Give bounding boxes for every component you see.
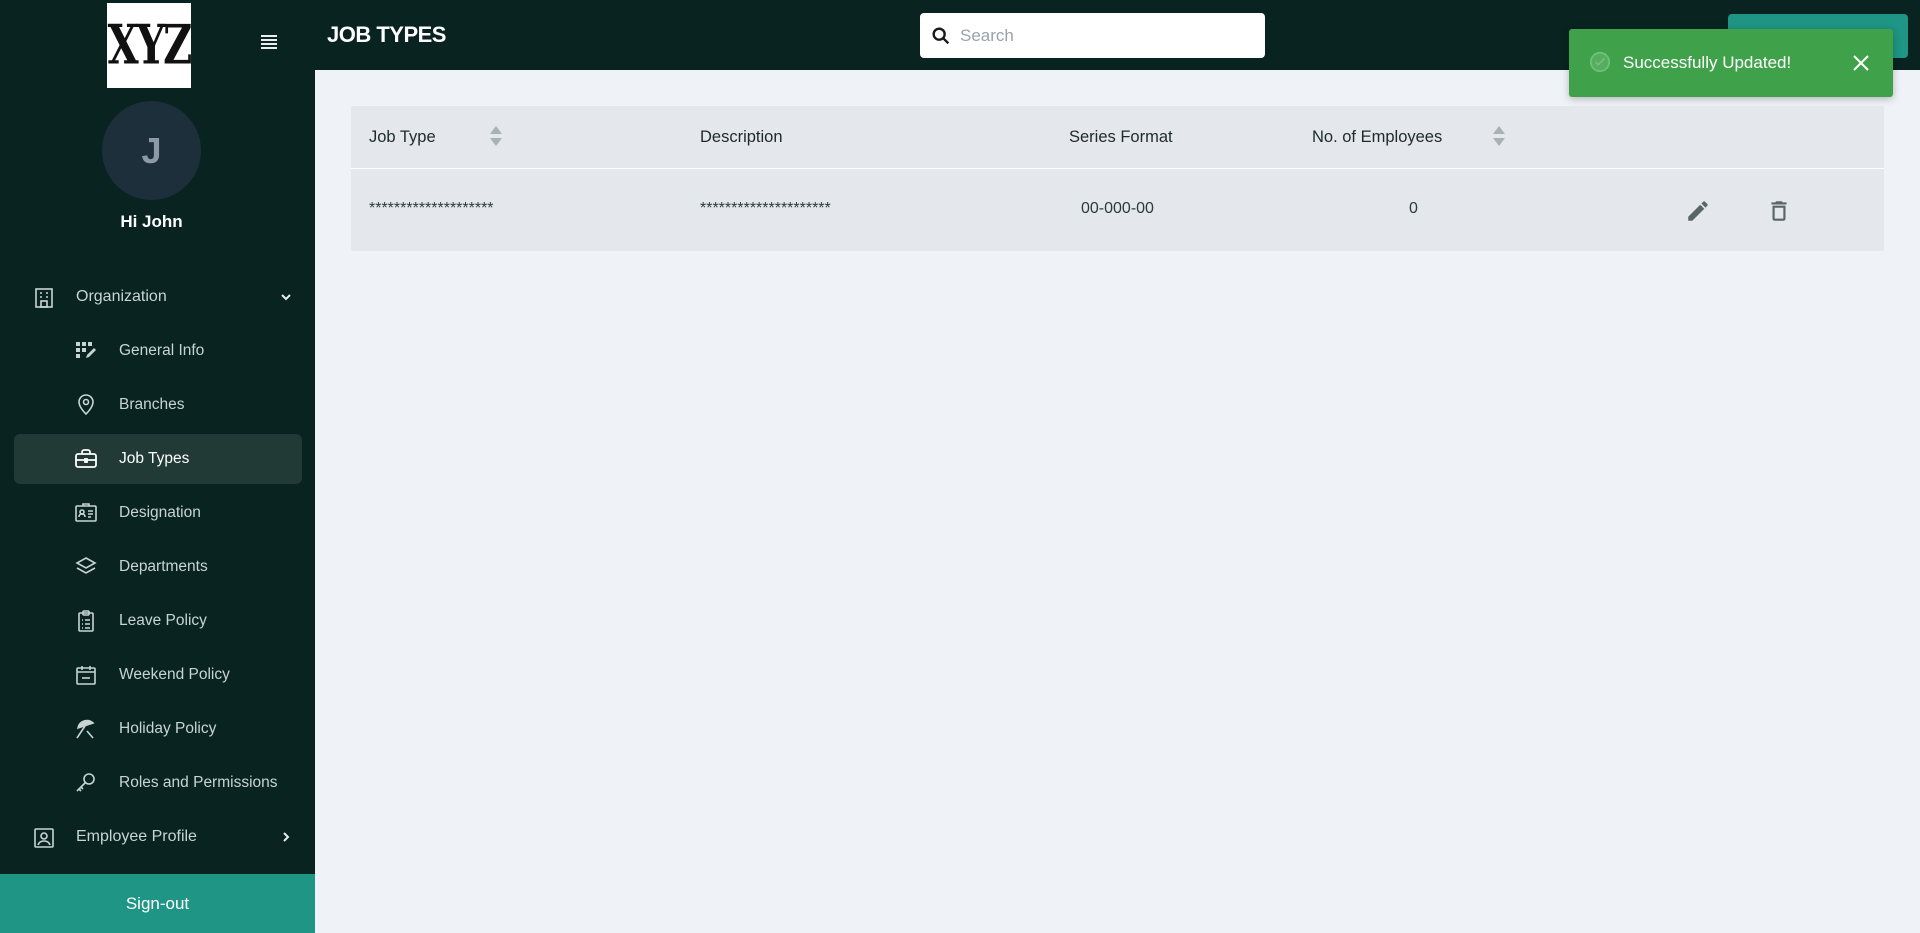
cell-employees: 0	[1409, 200, 1418, 217]
search-input[interactable]	[960, 25, 1250, 46]
id-card-icon	[75, 503, 97, 522]
nav-group-organization[interactable]: Organization	[14, 274, 302, 320]
sidebar-item-label: General Info	[119, 342, 205, 359]
company-logo: XYZ	[107, 3, 192, 88]
sidebar-item-label: Designation	[119, 504, 201, 521]
cell-job-type: ********************	[369, 200, 494, 217]
sidebar-item-label: Weekend Policy	[119, 666, 230, 683]
sidebar-item-label: Roles and Permissions	[119, 774, 278, 791]
success-toast: Successfully Updated!	[1569, 29, 1893, 97]
sidebar-item-roles-and-permissions[interactable]: Roles and Permissions	[14, 758, 302, 808]
cell-description: *********************	[700, 200, 831, 217]
search-box[interactable]	[920, 13, 1265, 58]
sidebar-item-branches[interactable]: Branches	[14, 380, 302, 430]
nav-group-label: Employee Profile	[76, 828, 197, 845]
menu-icon[interactable]	[259, 31, 281, 53]
user-greeting: Hi John	[120, 212, 183, 231]
cell-series-format: 00-000-00	[1081, 200, 1154, 217]
column-header-series-format: Series Format	[1069, 128, 1173, 146]
chevron-right-icon	[283, 832, 290, 842]
sidebar-item-label: Job Types	[119, 450, 190, 467]
sidebar-item-general-info[interactable]: General Info	[14, 326, 302, 376]
sidebar-item-label: Branches	[119, 396, 185, 413]
sidebar-item-departments[interactable]: Departments	[14, 542, 302, 592]
map-pin-icon	[78, 394, 94, 416]
avatar[interactable]: J	[102, 101, 201, 200]
close-icon[interactable]	[1851, 53, 1871, 73]
sidebar-item-designation[interactable]: Designation	[14, 488, 302, 538]
clipboard-list-icon	[78, 610, 94, 632]
sidebar-item-leave-policy[interactable]: Leave Policy	[14, 596, 302, 646]
grid-edit-icon	[76, 342, 96, 358]
sidebar-item-holiday-policy[interactable]: Holiday Policy	[14, 704, 302, 754]
table-header: Job Type Description Series Format No. o…	[351, 106, 1884, 169]
sign-out-button[interactable]: Sign-out	[0, 874, 315, 933]
column-header-job-type[interactable]: Job Type	[369, 128, 436, 147]
job-types-table: Job Type Description Series Format No. o…	[351, 106, 1884, 251]
column-header-description: Description	[700, 128, 783, 146]
user-card-icon	[34, 828, 54, 848]
beach-umbrella-icon	[76, 719, 95, 739]
sidebar-item-label: Holiday Policy	[119, 720, 217, 737]
sidebar-item-label: Leave Policy	[119, 612, 207, 629]
sidebar-item-job-types[interactable]: Job Types	[14, 434, 302, 484]
key-icon	[76, 773, 95, 792]
column-header-employees[interactable]: No. of Employees	[1312, 128, 1442, 147]
sidebar: XYZ J Hi John Organization General Info	[0, 0, 315, 933]
check-circle-icon	[1589, 51, 1611, 73]
sort-icon[interactable]	[489, 124, 503, 148]
table-row: ******************** *******************…	[351, 170, 1884, 251]
sidebar-item-label: Departments	[119, 558, 208, 575]
nav-group-employee-profile[interactable]: Employee Profile	[14, 814, 302, 860]
page-title: JOB TYPES	[327, 22, 446, 47]
briefcase-icon	[75, 449, 97, 468]
sidebar-item-weekend-policy[interactable]: Weekend Policy	[14, 650, 302, 700]
calendar-icon	[76, 666, 96, 685]
toast-message: Successfully Updated!	[1623, 53, 1792, 72]
chevron-down-icon	[281, 294, 291, 301]
search-icon	[932, 26, 950, 44]
delete-icon[interactable]	[1766, 198, 1792, 224]
edit-icon[interactable]	[1685, 198, 1711, 224]
nav-group-label: Organization	[76, 288, 167, 305]
sort-icon[interactable]	[1492, 124, 1506, 148]
layers-icon	[75, 557, 97, 574]
building-icon	[35, 288, 53, 308]
